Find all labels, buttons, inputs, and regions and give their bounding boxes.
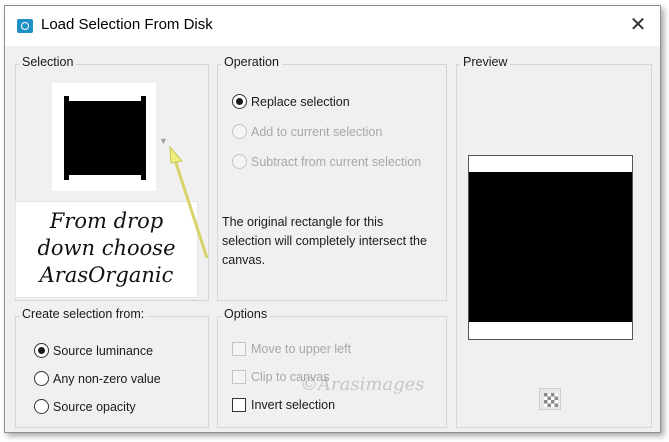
selection-shape-thumbnail bbox=[64, 96, 146, 180]
checkbox[interactable] bbox=[232, 398, 246, 412]
radio-button[interactable] bbox=[34, 343, 49, 358]
checkbox-move-to-upper-left[interactable]: Move to upper left bbox=[232, 342, 351, 356]
app-icon bbox=[17, 19, 33, 33]
radio-any-non-zero[interactable]: Any non-zero value bbox=[34, 371, 161, 386]
operation-group-label: Operation bbox=[221, 55, 282, 69]
checkbox-invert-selection[interactable]: Invert selection bbox=[232, 398, 335, 412]
radio-label: Replace selection bbox=[251, 94, 350, 109]
checkerboard-icon bbox=[544, 393, 558, 407]
radio-label: Any non-zero value bbox=[53, 371, 161, 386]
radio-button[interactable] bbox=[232, 154, 247, 169]
radio-add-to-selection[interactable]: Add to current selection bbox=[232, 124, 382, 139]
selection-group-label: Selection bbox=[19, 55, 77, 69]
radio-label: Source opacity bbox=[53, 399, 136, 414]
checkbox[interactable] bbox=[232, 342, 246, 356]
checkbox-label: Move to upper left bbox=[251, 342, 352, 356]
radio-button[interactable] bbox=[232, 124, 247, 139]
selection-thumbnail[interactable] bbox=[52, 83, 156, 191]
title-bar: Load Selection From Disk ✕ bbox=[5, 6, 660, 46]
radio-replace-selection[interactable]: Replace selection bbox=[232, 94, 350, 109]
create-from-group-label: Create selection from: bbox=[19, 307, 148, 321]
radio-label: Source luminance bbox=[53, 343, 154, 358]
watermark-text: ©Arasimages bbox=[300, 374, 425, 395]
radio-label: Subtract from current selection bbox=[251, 154, 422, 169]
preview-canvas bbox=[468, 155, 633, 340]
radio-label: Add to current selection bbox=[251, 124, 383, 139]
radio-button[interactable] bbox=[34, 371, 49, 386]
preview-selection-fill bbox=[469, 172, 632, 322]
options-group-label: Options bbox=[221, 307, 271, 321]
close-icon[interactable]: ✕ bbox=[628, 15, 648, 35]
radio-subtract-from-selection[interactable]: Subtract from current selection bbox=[232, 154, 421, 169]
preview-group-label: Preview bbox=[460, 55, 511, 69]
checkerboard-toggle-button[interactable] bbox=[539, 388, 561, 410]
checkbox-label: Invert selection bbox=[251, 398, 336, 412]
window-title: Load Selection From Disk bbox=[41, 16, 213, 33]
radio-source-opacity[interactable]: Source opacity bbox=[34, 399, 136, 414]
operation-description: The original rectangle for this selectio… bbox=[222, 215, 427, 267]
checkbox[interactable] bbox=[232, 370, 246, 384]
radio-button[interactable] bbox=[34, 399, 49, 414]
radio-source-luminance[interactable]: Source luminance bbox=[34, 343, 153, 358]
radio-button[interactable] bbox=[232, 94, 247, 109]
annotation-arrow-icon bbox=[169, 145, 209, 259]
annotation-line: ArasOrganic bbox=[39, 263, 174, 287]
